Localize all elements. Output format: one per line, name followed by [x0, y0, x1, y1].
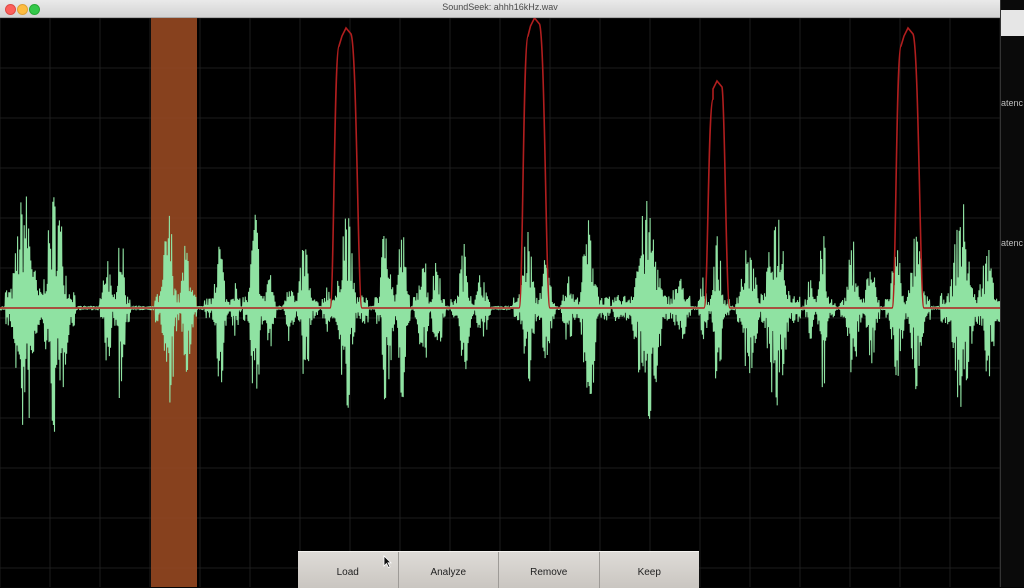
- window-title: SoundSeek: ahhh16kHz.wav: [442, 2, 558, 12]
- latency-label: atenc: [1001, 238, 1024, 248]
- remove-button[interactable]: Remove: [499, 552, 600, 588]
- side-panel: atenc atenc: [1000, 0, 1024, 587]
- window-titlebar: SoundSeek: ahhh16kHz.wav: [0, 0, 1000, 18]
- waveform-plot[interactable]: [0, 18, 1000, 587]
- keep-button[interactable]: Keep: [599, 552, 699, 588]
- action-toolbar: Load Analyze Remove Keep: [298, 551, 699, 588]
- soundseek-window: SoundSeek: ahhh16kHz.wav: [0, 0, 1000, 587]
- side-panel-header: [1001, 10, 1024, 36]
- analyze-button[interactable]: Analyze: [398, 552, 499, 588]
- latency-label: atenc: [1001, 98, 1024, 108]
- mouse-pointer-icon: [383, 555, 392, 568]
